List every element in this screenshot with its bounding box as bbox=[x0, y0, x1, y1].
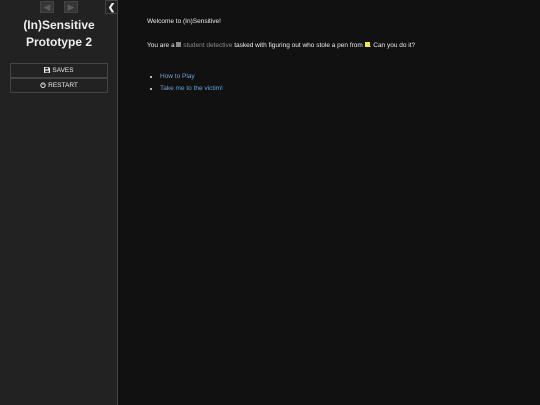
intro-middle: tasked with figuring out who stole a pen… bbox=[234, 42, 363, 49]
power-icon bbox=[40, 79, 46, 92]
story-title-line2: Prototype 2 bbox=[25, 35, 92, 49]
saves-button[interactable]: SAVES bbox=[10, 63, 108, 78]
choice-list: How to Play Take me to the victim! bbox=[147, 71, 527, 95]
intro-role: student detective bbox=[183, 42, 233, 49]
chevron-left-icon: ❮ bbox=[107, 2, 116, 12]
role-color-swatch bbox=[176, 42, 182, 48]
list-item: Take me to the victim! bbox=[160, 83, 527, 95]
story-title: (In)Sensitive Prototype 2 bbox=[0, 17, 118, 51]
welcome-text: Welcome to (In)Sensitive! bbox=[147, 18, 221, 25]
history-back-button[interactable]: ◀ bbox=[40, 1, 54, 13]
story-title-line1: (In)Sensitive bbox=[23, 18, 95, 32]
how-to-play-link[interactable]: How to Play bbox=[160, 73, 195, 80]
save-icon bbox=[44, 64, 51, 77]
sidebar-toggle-button[interactable]: ❮ bbox=[105, 0, 118, 14]
restart-button[interactable]: RESTART bbox=[10, 78, 108, 93]
saves-label: SAVES bbox=[52, 67, 74, 74]
arrow-left-icon: ◀ bbox=[43, 2, 51, 12]
victim-link[interactable]: Take me to the victim! bbox=[160, 85, 223, 92]
arrow-right-icon: ▶ bbox=[67, 2, 75, 12]
intro-end: . Can you do it? bbox=[369, 42, 416, 49]
sidebar: ◀ ▶ ❮ (In)Sensitive Prototype 2 SAVES RE… bbox=[0, 0, 118, 405]
intro-text: You are a student detective tasked with … bbox=[147, 41, 527, 50]
intro-before: You are a bbox=[147, 42, 175, 49]
history-forward-button[interactable]: ▶ bbox=[64, 1, 78, 13]
passage: Welcome to (In)Sensitive! You are a stud… bbox=[147, 17, 527, 95]
list-item: How to Play bbox=[160, 71, 527, 83]
restart-label: RESTART bbox=[48, 82, 78, 89]
